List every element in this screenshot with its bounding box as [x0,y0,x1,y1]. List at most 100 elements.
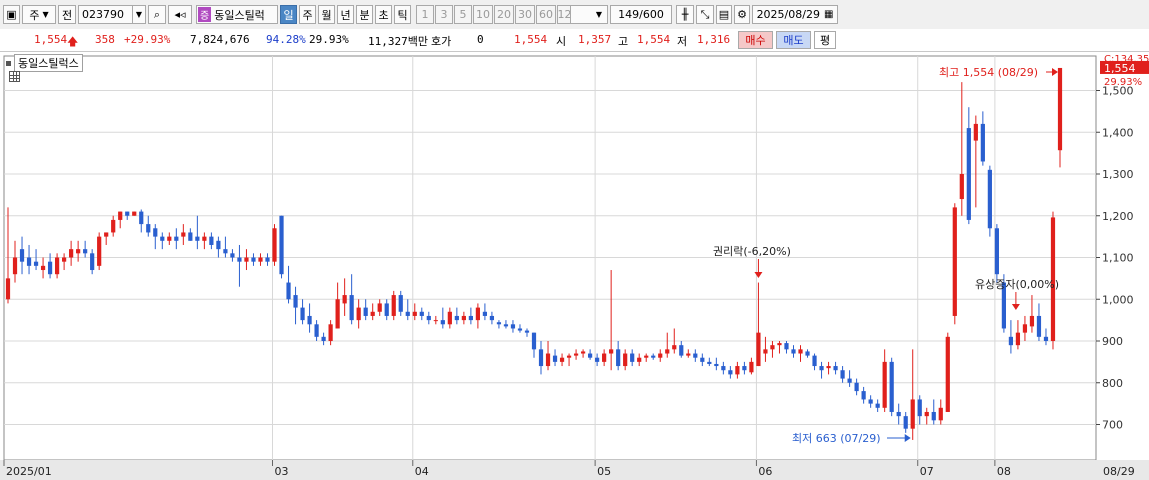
quote-bar: 1,554 🡅 358 +29.93% 7,824,676 94.28% 29.… [0,29,1149,52]
candle-body [882,361,887,408]
candle-body [896,411,901,417]
table-icon[interactable] [9,71,20,82]
chevron-down-icon: ▼ [42,10,49,19]
tab-1[interactable]: 일 [280,5,297,24]
date-field[interactable]: 2025/08/29 ▦ [752,5,838,24]
tab-6[interactable]: 초 [375,5,392,24]
low-annotation: 최저 663 (07/29) [792,432,881,445]
interval-button-7[interactable]: 60 [536,5,556,24]
candle-type-icon[interactable]: ╫ [676,5,694,24]
y-tick-label: 900 [1102,335,1123,348]
candle-body [672,345,677,350]
candle-body [595,357,600,362]
candle-body [489,315,495,321]
pct-tag: 29.93% [1104,77,1142,88]
candle-body [524,330,530,333]
candle-body [714,363,719,367]
candle-body [658,353,663,358]
candle-body [132,211,137,216]
candle-body [742,366,747,371]
candle-body [531,332,537,350]
candle-body [1008,336,1014,346]
volume-ratio: 94.28% [266,33,306,46]
interval-button-2[interactable]: 3 [435,5,453,24]
chart-area[interactable]: 1,500 1,400 1,300 1,200 1,100 1,000 900 800 700 2… [0,52,1149,480]
toolbar: ▣ 주▼ 전 ▼ ⌕ ◂◃ 증 동일스틸럭 일주월년분초틱 1351020306… [0,0,1149,30]
candle-body [384,303,389,316]
interval-button-3[interactable]: 5 [454,5,472,24]
chart-menu-icon[interactable]: ▣ [3,5,20,24]
candle-body [69,249,74,258]
candle-body [328,324,333,341]
tab-2[interactable]: 주 [299,5,316,24]
candle-body [83,249,88,254]
interval-button-1[interactable]: 1 [416,5,434,24]
interval-button-6[interactable]: 30 [515,5,535,24]
open-value: 1,357 [578,33,612,46]
hoga-label: 호가 [431,35,452,48]
candle-body [405,311,410,316]
candle-body [798,349,803,354]
candle-body [637,357,642,362]
x-tick-label: 05 [597,465,611,478]
candle-body [1036,315,1042,337]
candle-body [335,299,340,329]
gear-icon[interactable]: ⚙ [734,5,750,24]
candle-body [321,336,326,341]
candle-body [279,215,284,275]
candle-body [602,353,607,362]
prev-button[interactable]: 전 [58,5,76,24]
count-total: /600 [639,8,664,21]
tab-7[interactable]: 틱 [394,5,411,24]
tab-4[interactable]: 년 [337,5,354,24]
x-axis-band [0,460,1149,480]
speaker-icon[interactable]: ◂◃ [168,5,192,24]
candle-body [700,357,705,362]
candle-body [216,240,221,250]
indicator-icon [6,60,11,66]
stock-name-box[interactable]: 증 동일스틸럭 [196,5,278,24]
candle-body [959,174,964,200]
rights-annotation: 권리락(-6,20%) [713,245,791,258]
candle-body [854,382,859,392]
count-dropdown[interactable]: ▼ [570,5,608,24]
interval-button-5[interactable]: 20 [494,5,514,24]
x-tick-label: 08 [997,465,1011,478]
y-tick-label: 700 [1102,419,1123,432]
tab-5[interactable]: 분 [356,5,373,24]
candle-body [707,361,712,364]
sell-button[interactable]: 매도 [776,31,811,49]
candle-body [461,315,466,321]
candle-body [889,361,894,412]
candle-body [286,282,291,300]
candle-body [482,311,488,316]
candle-body [644,355,649,358]
candle-body [349,295,354,321]
search-icon[interactable]: ⌕ [148,5,166,24]
eval-button[interactable]: 평 [814,31,836,49]
candle-body [931,411,936,421]
code-dropdown-icon[interactable]: ▼ [132,5,146,24]
y-tick-label: 1,200 [1102,210,1134,223]
tab-3[interactable]: 월 [318,5,335,24]
count-display: 149/600 [610,5,672,24]
high-annotation: 최고 1,554 (08/29) [939,66,1038,79]
candle-body [1022,324,1028,333]
candle-body [665,349,670,354]
save-icon[interactable]: ▤ [716,5,732,24]
x-tick-label: 06 [758,465,772,478]
period-select[interactable]: 주 ▼ [22,5,56,24]
buy-button[interactable]: 매수 [738,31,773,49]
interval-button-4[interactable]: 10 [473,5,493,24]
candle-body [840,370,845,379]
calendar-icon: ▦ [823,9,834,20]
candle-body [945,336,950,412]
candlestick-chart[interactable]: 1,5001,4001,3001,2001,1001,0009008007002… [0,52,1149,480]
candle-body [12,257,18,275]
line-tool-icon[interactable]: ⤡ [696,5,714,24]
candle-body [160,236,165,241]
count-value: 149 [618,8,640,21]
candle-body [538,349,544,367]
candle-body [258,257,263,262]
candle-body [868,399,873,404]
